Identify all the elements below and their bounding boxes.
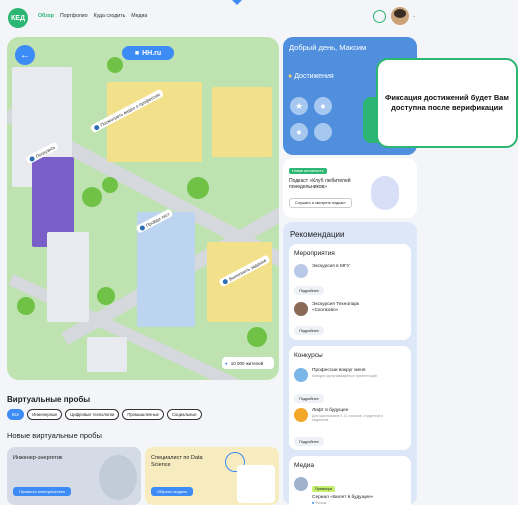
building [212, 87, 272, 157]
film-icon [294, 477, 308, 491]
premiere-badge: Премьера [312, 486, 335, 492]
section-title: Конкурсы [294, 352, 323, 359]
tree [82, 187, 102, 207]
logo[interactable]: КЕД [8, 8, 28, 28]
podcast-button[interactable]: Слушать и смотреть подкаст [289, 198, 352, 208]
list-item[interactable]: Премьера Сериал «Билет в будущее» ■ Филь… [294, 477, 373, 505]
nav-link-media[interactable]: Медиа [131, 13, 147, 19]
brand-badge[interactable]: ■ HH.ru [122, 46, 174, 60]
medal-icon [314, 123, 332, 141]
media-section: Медиа Премьера Сериал «Билет в будущее» … [289, 456, 411, 505]
lift-icon [294, 408, 308, 422]
more-button[interactable]: Подробнее [294, 326, 324, 335]
greeting-text: Добрый день, Максим [289, 43, 367, 52]
podcast-card[interactable]: Новая активность Подкаст «Клуб любителей… [283, 158, 417, 218]
university-icon [294, 264, 308, 278]
video-icon: ■ [312, 500, 315, 505]
tree [247, 327, 267, 347]
list-item[interactable]: Лифт в будущее Для школьников 9-11 класс… [294, 408, 394, 423]
avatar[interactable] [391, 7, 409, 25]
tree [107, 57, 123, 73]
people-icon: ● [225, 360, 228, 366]
chip-engineering[interactable]: Инженерные [27, 409, 63, 420]
section-subtitle: Новые виртуальные пробы [7, 431, 102, 440]
nav-link-overview[interactable]: Обзор [38, 13, 54, 19]
chip-social[interactable]: Социальные [167, 409, 202, 420]
podcast-title: Подкаст «Клуб любителей понедельников» [289, 178, 351, 191]
item-type: ■ Фильм [312, 500, 327, 505]
building [207, 242, 272, 322]
chip-all[interactable]: Все [7, 409, 25, 420]
card-button[interactable]: Обучить модель [151, 487, 194, 496]
building [87, 337, 127, 372]
list-item[interactable]: Профессии вокруг меня Конкурс мультимеди… [294, 368, 390, 382]
back-button[interactable]: ← [15, 45, 35, 65]
item-title: Экскурсия Технопарк «Сколково» [312, 302, 360, 313]
card-title: Специалист по Data Science [151, 455, 203, 468]
card-title: Инженер-энергетик [13, 455, 63, 461]
nav-links: Обзор Портфолио Куда сходить Медиа [38, 13, 147, 19]
panel-title: Рекомендации [290, 230, 345, 239]
tree [97, 287, 115, 305]
notification-icon[interactable] [373, 10, 386, 23]
tree [187, 177, 209, 199]
chevron-down-icon[interactable]: ⌄ [412, 13, 416, 19]
nav-indicator [232, 0, 242, 5]
verification-tooltip: Фиксация достижений будет Вам доступна п… [376, 58, 518, 148]
nav-link-portfolio[interactable]: Портфолио [60, 13, 88, 19]
events-section: Мероприятия Экскурсия в МГУ Подробнее Эк… [289, 244, 411, 340]
chip-digital[interactable]: Цифровые технологии [65, 409, 120, 420]
task-icon [138, 224, 146, 231]
person-icon [294, 302, 308, 316]
more-button[interactable]: Подробнее [294, 437, 324, 446]
residents-badge: ● 10 000 жителей [222, 357, 274, 369]
tree [17, 297, 35, 315]
medal-icon: ★ [290, 97, 308, 115]
pencil-icon [294, 368, 308, 382]
more-button[interactable]: Подробнее [294, 286, 324, 295]
filter-chips: Все Инженерные Цифровые технологии Промы… [7, 409, 202, 420]
item-title: Экскурсия в МГУ [312, 264, 350, 269]
medal-icon: ● [290, 123, 308, 141]
building [47, 232, 89, 322]
pin-icon: ● [288, 73, 293, 80]
task-icon [28, 155, 36, 162]
status-badge: Новая активность [289, 168, 327, 174]
section-title: Медиа [294, 462, 314, 469]
engineer-illustration [99, 455, 137, 500]
recommendations-panel: Рекомендации Мероприятия Экскурсия в МГУ… [283, 222, 417, 505]
item-subtitle: Для школьников 9-11 классов, студентов и… [312, 413, 384, 423]
task-icon [93, 123, 100, 131]
trial-card[interactable]: Специалист по Data Science Обучить модел… [145, 447, 279, 505]
top-nav: КЕД Обзор Портфолио Куда сходить Медиа ⌄ [0, 0, 518, 34]
list-item[interactable]: Экскурсия в МГУ [294, 264, 350, 278]
card-button[interactable]: Провести электричество [13, 487, 71, 496]
list-item[interactable]: Экскурсия Технопарк «Сколково» [294, 302, 382, 316]
item-subtitle: Конкурс мультимедийных презентаций [312, 373, 377, 378]
tree [102, 177, 118, 193]
briefcase-icon: ■ [134, 49, 140, 57]
chip-industrial[interactable]: Промышленные [122, 409, 164, 420]
task-icon [221, 277, 229, 285]
microphone-icon [371, 176, 399, 210]
medal-icon: ● [314, 97, 332, 115]
hero-city-map[interactable]: Посмотреть видео о профессии Погрузись П… [7, 37, 279, 380]
contests-section: Конкурсы Профессии вокруг меня Конкурс м… [289, 346, 411, 450]
analyst-illustration [237, 465, 275, 503]
more-button[interactable]: Подробнее [294, 394, 324, 403]
achievements-title[interactable]: ● Достижения [288, 73, 334, 80]
section-title: Виртуальные пробы [7, 395, 91, 404]
section-title: Мероприятия [294, 250, 335, 257]
trial-card[interactable]: Инженер-энергетик Провести электричество [7, 447, 141, 505]
nav-link-where-to-go[interactable]: Куда сходить [94, 13, 126, 19]
